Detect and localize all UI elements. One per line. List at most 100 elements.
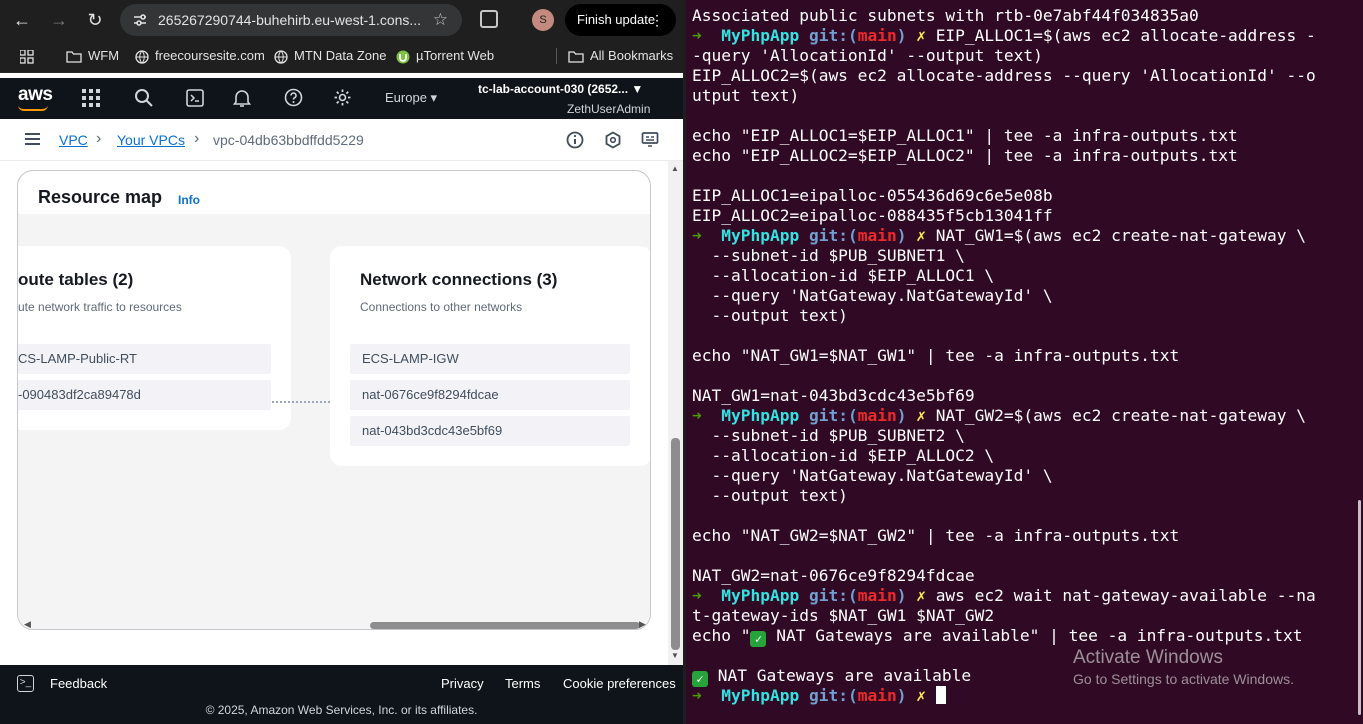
resource-map-canvas[interactable]: oute tables (2) ute network traffic to r… bbox=[18, 214, 650, 629]
chevron-right-icon: › bbox=[194, 130, 200, 147]
apps-grid-icon[interactable] bbox=[20, 50, 34, 64]
scroll-right-arrow-icon[interactable]: ▶ bbox=[639, 619, 646, 629]
network-connection-item[interactable]: nat-043bd3cdc43e5bf69 bbox=[350, 416, 630, 446]
aws-logo[interactable]: aws bbox=[18, 84, 53, 106]
help-icon[interactable] bbox=[284, 88, 303, 107]
network-connection-item[interactable]: ECS-LAMP-IGW bbox=[350, 344, 630, 374]
scroll-up-arrow-icon[interactable]: ▲ bbox=[671, 164, 679, 173]
bookmarks-divider bbox=[556, 48, 557, 64]
bookmark-label: WFM bbox=[88, 48, 120, 63]
utorrent-icon bbox=[396, 50, 410, 64]
vertical-scrollbar[interactable]: ▲ ▼ bbox=[668, 161, 683, 665]
output-text: --subnet-id $PUB_SUBNET1 \ bbox=[692, 246, 965, 265]
extensions-icon[interactable] bbox=[480, 10, 498, 28]
reload-icon[interactable]: ↻ bbox=[83, 8, 107, 32]
scroll-down-arrow-icon[interactable]: ▼ bbox=[671, 651, 679, 660]
terminal-scrollbar[interactable] bbox=[1358, 500, 1361, 715]
info-circle-icon[interactable] bbox=[566, 131, 584, 149]
terminal-line: --subnet-id $PUB_SUBNET1 \ bbox=[692, 246, 965, 266]
account-menu[interactable]: tc-lab-account-030 (2652... ▼ bbox=[478, 82, 643, 96]
prompt-dirty-icon: ✗ bbox=[916, 586, 926, 605]
network-connections-title: Network connections (3) bbox=[360, 270, 558, 289]
output-text: --output text) bbox=[692, 306, 848, 325]
aws-smile-logo bbox=[18, 105, 48, 111]
network-connections-card: Network connections (3) Connections to o… bbox=[330, 246, 650, 466]
services-grid-icon[interactable] bbox=[82, 89, 100, 107]
cloudshell-icon[interactable]: >_ bbox=[17, 675, 34, 692]
terminal-line: EIP_ALLOC2=$(aws ec2 allocate-address --… bbox=[692, 66, 1316, 86]
horizontal-scroll-thumb[interactable] bbox=[370, 622, 640, 629]
browser-toolbar: ← → ↻ 265267290744-buhehirb.eu-west-1.co… bbox=[0, 0, 683, 40]
prompt-git-label: git:( bbox=[808, 26, 858, 45]
region-selector[interactable]: Europe ▾ bbox=[385, 90, 437, 106]
check-mark-icon: ✓ bbox=[750, 631, 767, 647]
horizontal-scrollbar[interactable]: ◀ ▶ bbox=[18, 619, 650, 629]
bookmark-label: MTN Data Zone bbox=[294, 48, 387, 63]
back-arrow-icon[interactable]: ← bbox=[10, 8, 34, 32]
terms-link[interactable]: Terms bbox=[505, 676, 540, 691]
bookmark-label: µTorrent Web bbox=[416, 48, 495, 63]
bookmark-mtn[interactable]: MTN Data Zone bbox=[274, 48, 386, 64]
prompt-directory: MyPhpApp bbox=[721, 406, 800, 425]
prompt-arrow-icon: ➜ bbox=[692, 586, 702, 605]
terminal-line: ➜ MyPhpApp git:(main) ✗ NAT_GW2=$(aws ec… bbox=[692, 406, 1306, 426]
security-hexagon-icon[interactable] bbox=[604, 131, 622, 149]
activate-windows-subtitle: Go to Settings to activate Windows. bbox=[1073, 671, 1294, 687]
terminal-line: --query 'NatGateway.NatGatewayId' \ bbox=[692, 466, 1052, 486]
route-table-item[interactable]: -090483df2ca89478d bbox=[18, 380, 271, 410]
info-link[interactable]: Info bbox=[178, 193, 200, 207]
cookie-preferences-link[interactable]: Cookie preferences bbox=[563, 676, 676, 691]
output-text: NAT Gateways are available" | tee -a inf… bbox=[766, 626, 1303, 645]
privacy-link[interactable]: Privacy bbox=[441, 676, 484, 691]
terminal-line: --allocation-id $EIP_ALLOC1 \ bbox=[692, 266, 994, 286]
vertical-scroll-thumb[interactable] bbox=[671, 438, 680, 650]
output-text: EIP_ALLOC1=eipalloc-055436d69c6e5e08b bbox=[692, 186, 1053, 205]
search-icon[interactable] bbox=[134, 88, 154, 108]
settings-gear-icon[interactable] bbox=[333, 88, 352, 107]
command-text: EIP_ALLOC1=$(aws ec2 allocate-address - bbox=[935, 26, 1316, 45]
output-text: --subnet-id $PUB_SUBNET2 \ bbox=[692, 426, 965, 445]
output-text: -query 'AllocationId' --output text) bbox=[692, 46, 1043, 65]
url-text: 265267290744-buhehirb.eu-west-1.cons... bbox=[158, 12, 420, 28]
terminal-window[interactable]: Associated public subnets with rtb-0e7ab… bbox=[686, 0, 1363, 724]
route-table-item[interactable]: CS-LAMP-Public-RT bbox=[18, 344, 271, 374]
site-settings-icon[interactable] bbox=[132, 12, 148, 28]
breadcrumb-your-vpcs[interactable]: Your VPCs bbox=[117, 132, 185, 148]
prompt-directory: MyPhpApp bbox=[721, 586, 800, 605]
prompt-dirty-icon: ✗ bbox=[916, 406, 926, 425]
finish-update-button[interactable]: Finish update ⋮ bbox=[565, 4, 676, 36]
prompt-branch: main bbox=[857, 406, 897, 425]
terminal-line: echo "NAT_GW2=$NAT_GW2" | tee -a infra-o… bbox=[692, 526, 1179, 546]
terminal-cursor bbox=[935, 686, 946, 704]
terminal-line: echo "EIP_ALLOC2=$EIP_ALLOC2" | tee -a i… bbox=[692, 146, 1238, 166]
prompt-git-label: git:( bbox=[808, 686, 858, 705]
hamburger-menu-icon[interactable] bbox=[25, 133, 40, 145]
forward-arrow-icon[interactable]: → bbox=[47, 8, 71, 32]
prompt-arrow-icon: ➜ bbox=[692, 686, 702, 705]
network-connections-subtitle: Connections to other networks bbox=[360, 300, 523, 314]
notifications-bell-icon[interactable] bbox=[233, 88, 251, 108]
scroll-left-arrow-icon[interactable]: ◀ bbox=[24, 619, 31, 629]
display-settings-icon[interactable] bbox=[641, 131, 659, 149]
bookmark-star-icon[interactable]: ☆ bbox=[433, 10, 448, 30]
menu-dots-icon[interactable]: ⋮ bbox=[650, 4, 664, 36]
terminal-line: --output text) bbox=[692, 306, 848, 326]
terminal-line: echo " ✓ NAT Gateways are available" | te… bbox=[692, 626, 1303, 647]
network-connection-item[interactable]: nat-0676ce9f8294fdcae bbox=[350, 380, 630, 410]
route-tables-title: oute tables (2) bbox=[18, 270, 134, 289]
all-bookmarks[interactable]: All Bookmarks bbox=[568, 48, 673, 63]
cloudshell-icon[interactable] bbox=[186, 89, 204, 107]
bookmark-freecoursesite[interactable]: freecoursesite.com bbox=[135, 48, 265, 64]
profile-avatar[interactable]: S bbox=[532, 9, 554, 31]
bookmark-wfm[interactable]: WFM bbox=[66, 48, 119, 63]
bookmarks-bar: WFM freecoursesite.com MTN Data Zone µTo… bbox=[0, 40, 683, 73]
output-text: utput text) bbox=[692, 86, 800, 105]
feedback-link[interactable]: Feedback bbox=[50, 676, 107, 691]
breadcrumb-vpc[interactable]: VPC bbox=[59, 132, 88, 148]
address-bar[interactable]: 265267290744-buhehirb.eu-west-1.cons... … bbox=[120, 4, 462, 36]
output-text: NAT_GW2=nat-0676ce9f8294fdcae bbox=[692, 566, 975, 585]
output-text: Associated public subnets with rtb-0e7ab… bbox=[692, 6, 1199, 25]
output-text: EIP_ALLOC2=$(aws ec2 allocate-address --… bbox=[692, 66, 1316, 85]
bookmark-utorrent[interactable]: µTorrent Web bbox=[396, 48, 494, 64]
terminal-line: EIP_ALLOC1=eipalloc-055436d69c6e5e08b bbox=[692, 186, 1053, 206]
